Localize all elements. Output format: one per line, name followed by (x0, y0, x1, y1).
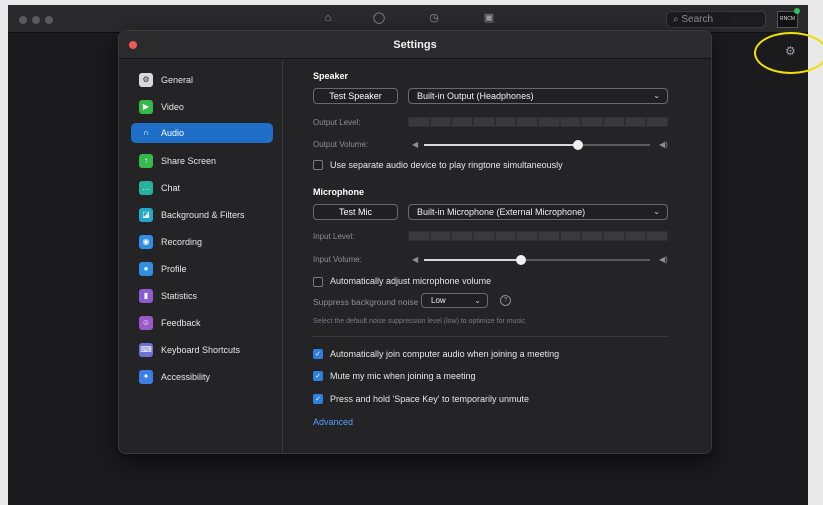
highlight-ring (754, 32, 823, 74)
sidebar-item-label: Feedback (161, 318, 201, 328)
window-dot[interactable] (32, 16, 40, 24)
statistics-icon: ▮ (139, 289, 153, 303)
search-input[interactable]: ⌕ Search (666, 11, 766, 28)
close-button[interactable] (129, 41, 137, 49)
auto-join-audio-checkbox[interactable]: ✓ (313, 349, 323, 359)
sidebar-item-label: Video (161, 102, 184, 112)
input-volume-slider[interactable] (424, 255, 650, 265)
sidebar-item-label: Audio (161, 128, 185, 138)
window-dot[interactable] (45, 16, 53, 24)
suppress-noise-label: Suppress background noise (313, 297, 419, 307)
keyboard-icon: ⌨ (139, 343, 153, 357)
suppress-noise-note: Select the default noise suppression lev… (313, 318, 526, 325)
input-level-meter (408, 231, 668, 241)
chat-icon[interactable]: ◯ (372, 11, 386, 25)
sidebar-item-video[interactable]: ▶ Video (131, 97, 273, 117)
mute-mic-checkbox[interactable]: ✓ (313, 371, 323, 381)
home-icon[interactable]: ⌂ (321, 11, 335, 25)
test-speaker-button[interactable]: Test Speaker (313, 88, 398, 104)
microphone-section-title: Microphone (313, 187, 364, 197)
zoom-app-window: ⌂ ◯ ◷ ▣ ⌕ Search RNCM ⚙ Settings ⚙ Gener… (8, 5, 823, 505)
sidebar-item-label: Accessibility (161, 372, 211, 382)
volume-high-icon: ◀) (659, 255, 668, 264)
separate-device-checkbox[interactable] (313, 160, 323, 170)
auto-adjust-checkbox[interactable] (313, 277, 323, 287)
microphone-device-value: Built-in Microphone (External Microphone… (417, 207, 586, 217)
dialog-title: Settings (119, 31, 711, 59)
section-divider (313, 336, 668, 337)
accessibility-icon: ✦ (139, 370, 153, 384)
chevron-down-icon: ⌄ (653, 207, 660, 216)
input-level-label: Input Level: (313, 232, 355, 241)
headphones-icon: ∩ (143, 128, 149, 137)
share-screen-icon: ↑ (139, 154, 153, 168)
sidebar-item-label: Recording (161, 237, 203, 247)
settings-sidebar: ⚙ General ▶ Video ∩ Audio ↑ Share Screen… (119, 60, 283, 453)
suppress-noise-value: Low (431, 296, 446, 305)
settings-dialog: Settings ⚙ General ▶ Video ∩ Audio ↑ Sha… (118, 30, 712, 454)
output-volume-thumb[interactable] (572, 140, 583, 150)
background-icon: ◪ (139, 208, 153, 222)
auto-adjust-label: Automatically adjust microphone volume (330, 276, 492, 286)
mute-mic-label: Mute my mic when joining a meeting (330, 371, 476, 381)
output-level-meter (408, 117, 668, 127)
sidebar-item-label: Background & Filters (161, 210, 245, 220)
sidebar-item-profile[interactable]: ● Profile (131, 259, 273, 279)
online-status-dot (794, 8, 800, 14)
output-volume-slider[interactable] (424, 140, 650, 150)
sidebar-item-background-filters[interactable]: ◪ Background & Filters (131, 205, 273, 225)
suppress-noise-select[interactable]: Low ⌄ (421, 293, 488, 308)
recording-icon: ◉ (139, 235, 153, 249)
microphone-device-select[interactable]: Built-in Microphone (External Microphone… (408, 204, 668, 220)
speaker-device-select[interactable]: Built-in Output (Headphones) ⌄ (408, 88, 668, 104)
contacts-icon[interactable]: ▣ (482, 11, 496, 25)
auto-join-audio-label: Automatically join computer audio when j… (330, 349, 560, 359)
sidebar-item-audio[interactable]: ∩ Audio (131, 123, 273, 143)
sidebar-item-label: Keyboard Shortcuts (161, 345, 241, 355)
space-unmute-label: Press and hold 'Space Key' to temporaril… (330, 394, 530, 404)
info-icon[interactable]: ? (500, 295, 511, 306)
clock-icon[interactable]: ◷ (427, 11, 441, 25)
volume-low-icon: ◀ (412, 255, 419, 264)
sidebar-item-label: Statistics (161, 291, 198, 301)
profile-icon: ● (139, 262, 153, 276)
video-icon: ▶ (139, 100, 153, 114)
chat-icon: … (139, 181, 153, 195)
input-volume-thumb[interactable] (516, 255, 527, 265)
test-mic-button[interactable]: Test Mic (313, 204, 398, 220)
output-volume-fill (424, 144, 578, 146)
space-unmute-checkbox[interactable]: ✓ (313, 394, 323, 404)
audio-settings-panel: Speaker Test Speaker Built-in Output (He… (284, 60, 711, 453)
sidebar-item-label: Chat (161, 183, 181, 193)
window-dot[interactable] (19, 16, 27, 24)
sidebar-item-share-screen[interactable]: ↑ Share Screen (131, 151, 273, 171)
sidebar-item-keyboard-shortcuts[interactable]: ⌨ Keyboard Shortcuts (131, 340, 273, 360)
output-volume-label: Output Volume: (313, 140, 369, 149)
sidebar-item-statistics[interactable]: ▮ Statistics (131, 286, 273, 306)
input-volume-label: Input Volume: (313, 255, 362, 264)
search-placeholder: Search (681, 14, 714, 25)
chevron-down-icon: ⌄ (474, 296, 481, 305)
sidebar-item-label: Profile (161, 264, 187, 274)
input-volume-fill (424, 259, 522, 261)
sidebar-item-general[interactable]: ⚙ General (131, 70, 273, 90)
advanced-link[interactable]: Advanced (313, 417, 353, 427)
feedback-icon: ☺ (139, 316, 153, 330)
separate-device-label: Use separate audio device to play ringto… (330, 160, 563, 170)
sidebar-item-recording[interactable]: ◉ Recording (131, 232, 273, 252)
gear-icon: ⚙ (139, 73, 153, 87)
search-icon: ⌕ (673, 14, 679, 25)
output-level-label: Output Level: (313, 118, 361, 127)
sidebar-item-label: Share Screen (161, 156, 217, 166)
sidebar-item-label: General (161, 75, 194, 85)
sidebar-item-chat[interactable]: … Chat (131, 178, 273, 198)
speaker-device-value: Built-in Output (Headphones) (417, 91, 534, 101)
chevron-down-icon: ⌄ (653, 91, 660, 100)
sidebar-item-feedback[interactable]: ☺ Feedback (131, 313, 273, 333)
volume-high-icon: ◀) (659, 140, 668, 149)
speaker-section-title: Speaker (313, 71, 349, 81)
top-bar: ⌂ ◯ ◷ ▣ ⌕ Search RNCM (8, 5, 808, 33)
sidebar-item-accessibility[interactable]: ✦ Accessibility (131, 367, 273, 387)
volume-low-icon: ◀ (412, 140, 419, 149)
